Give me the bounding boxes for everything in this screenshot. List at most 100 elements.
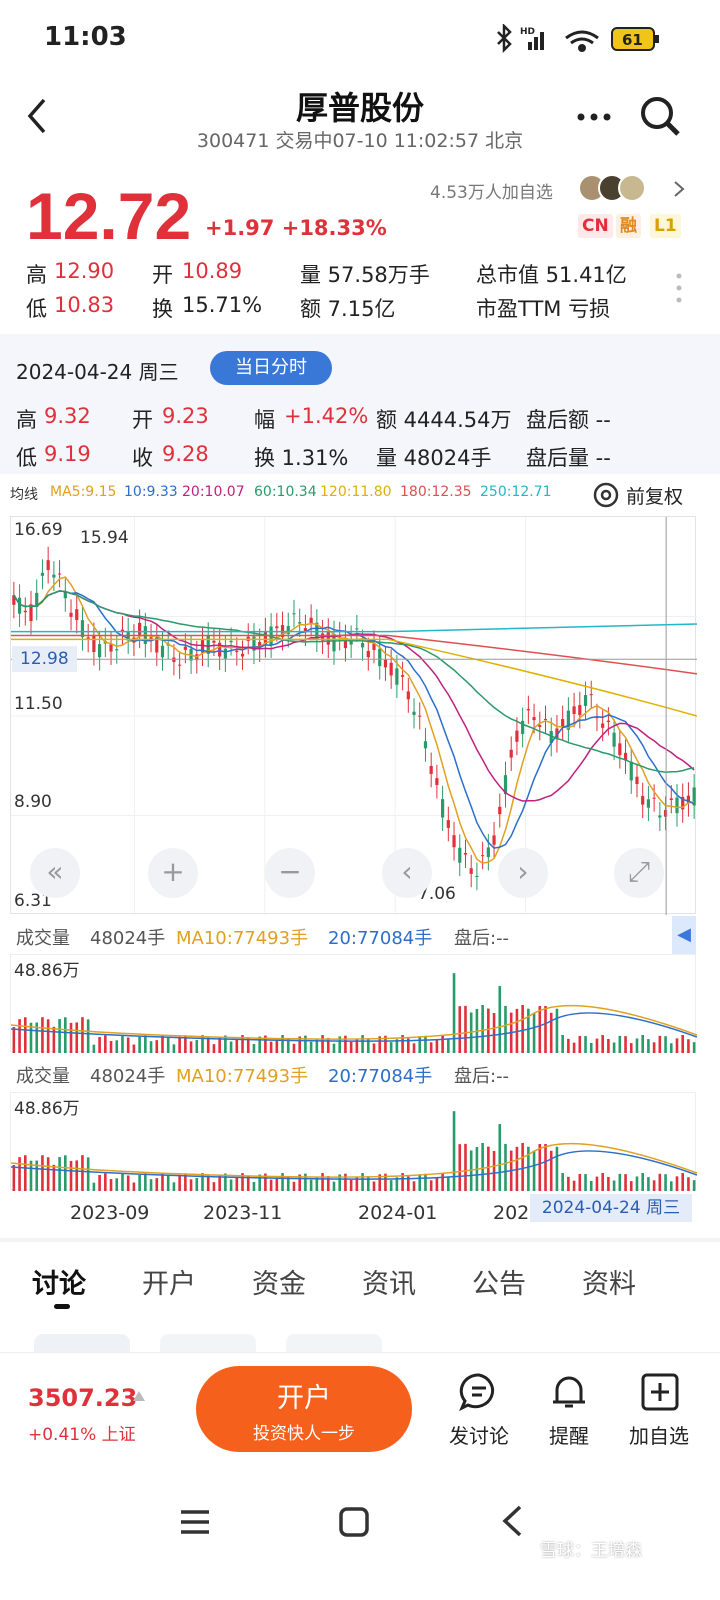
open-value: 10.89 [182,259,243,283]
volume-bar [555,1008,559,1053]
volume-chart [10,954,698,1053]
volume-bar [692,1042,696,1053]
volume-canvas [10,973,698,1053]
collapse-toggle[interactable]: ◀ [672,916,696,954]
ma-line [13,590,695,802]
x-label-2: 2023-11 [203,1202,283,1224]
volume-bar [58,1019,61,1053]
open-account-button[interactable]: 开户 投资快人一步 [196,1366,412,1452]
candle-body [469,868,473,874]
volume-bar [69,1160,73,1191]
volume-bar [624,1174,627,1191]
volume-bar [607,1176,610,1191]
volume-bar [675,1038,679,1053]
day-range-label: 幅 [254,408,275,432]
volume-bar [681,1173,685,1191]
followers-count[interactable]: 4.53万人加自选 [430,178,553,203]
volume-bar [435,1039,439,1053]
volume-bar [538,1006,542,1053]
volume-bar [206,1037,210,1053]
candle-body [212,640,216,643]
scroll-left-button[interactable]: ‹ [382,848,432,898]
volume-bar [584,1036,587,1053]
volume-bar [601,1173,604,1191]
candle-body [23,610,27,613]
kline-canvas [11,517,698,915]
volume-bar [447,1176,450,1191]
post-discussion-button[interactable]: 发讨论 [444,1372,514,1452]
volume-bar [458,1006,462,1053]
volume-bar [229,1041,233,1053]
kline-chart[interactable] [10,516,698,915]
volume-bar [149,1041,153,1053]
tab-announcements[interactable]: 公告 [472,1262,526,1301]
y-label-2: 11.50 [14,694,63,714]
volume-bar [144,1035,147,1053]
volume-max-2: 48.86万 [14,1099,80,1119]
menu-icon[interactable] [178,1508,212,1536]
volume-bar [544,1143,547,1191]
zoom-out-button[interactable]: − [265,848,315,898]
filter-chip[interactable] [160,1334,256,1352]
volume-bar [349,1179,353,1191]
index-value[interactable]: 3507.23 [28,1384,137,1412]
ma5-value: MA5:9.15 [50,484,117,500]
high-marker: 15.94 [80,528,129,548]
tab-profile[interactable]: 资料 [582,1262,636,1301]
volume-bar [498,986,502,1053]
chevron-right-icon[interactable] [672,180,686,198]
volume-bar [86,1157,90,1191]
volume-bar [412,1043,416,1053]
volume-after-2: 盘后:-- [454,1066,510,1087]
candle-body [641,796,645,805]
volume-bar [252,1181,256,1191]
volume-bar [624,1036,627,1053]
cursor-date: 2024-04-24 周三 [530,1194,692,1222]
candle-body [481,855,485,857]
tab-funds[interactable]: 资金 [252,1262,306,1301]
volume-bar [115,1040,119,1053]
add-box-icon [641,1373,679,1411]
volume-bar [641,1173,644,1191]
follower-avatars[interactable] [578,174,662,202]
candle-body [326,631,330,645]
adjust-mode[interactable]: 前复权 [626,482,683,509]
volume-bar [109,1179,113,1191]
tab-account[interactable]: 开户 [142,1262,196,1301]
index-change: +0.41% 上证 [28,1425,136,1445]
volume-canvas-2 [10,1111,698,1191]
nav-back-icon[interactable] [500,1504,524,1538]
filter-chip[interactable] [286,1334,382,1352]
intraday-button[interactable]: 当日分时 [210,351,332,385]
volume-bar [595,1038,599,1053]
volume-bar [504,1005,507,1053]
candle-body [652,797,656,799]
low-label: 低 [26,297,47,321]
tab-news[interactable]: 资讯 [362,1262,416,1301]
home-icon[interactable] [338,1506,370,1538]
tab-discussion[interactable]: 讨论 [32,1262,86,1301]
settings-icon[interactable] [592,481,620,509]
volume-bar [589,1180,593,1191]
volume-bar [292,1043,296,1053]
add-watchlist-button[interactable]: 加自选 [622,1372,696,1452]
volume-bar [618,1035,622,1053]
volume-bar [126,1037,130,1053]
zoom-in-button[interactable]: + [148,848,198,898]
candle-body [412,711,416,715]
vertical-more-icon[interactable] [674,272,684,304]
volume-max: 48.86万 [14,961,80,981]
candle-body [160,645,165,658]
volume-bar [155,1178,159,1191]
alert-button[interactable]: 提醒 [534,1372,604,1452]
volume-bar [447,1038,450,1053]
volume-bar [669,1181,673,1191]
volume-ma20-2: 20:77084手 [328,1066,433,1087]
volume-bar [138,1036,141,1053]
scroll-right-button[interactable]: › [498,848,548,898]
volume-bar [172,1044,176,1053]
filter-chip[interactable] [34,1334,130,1352]
market-cap: 总市值 51.41亿 [476,263,627,287]
scroll-left-fast-button[interactable]: « [30,848,80,898]
fullscreen-button[interactable]: ⤢ [614,848,664,898]
